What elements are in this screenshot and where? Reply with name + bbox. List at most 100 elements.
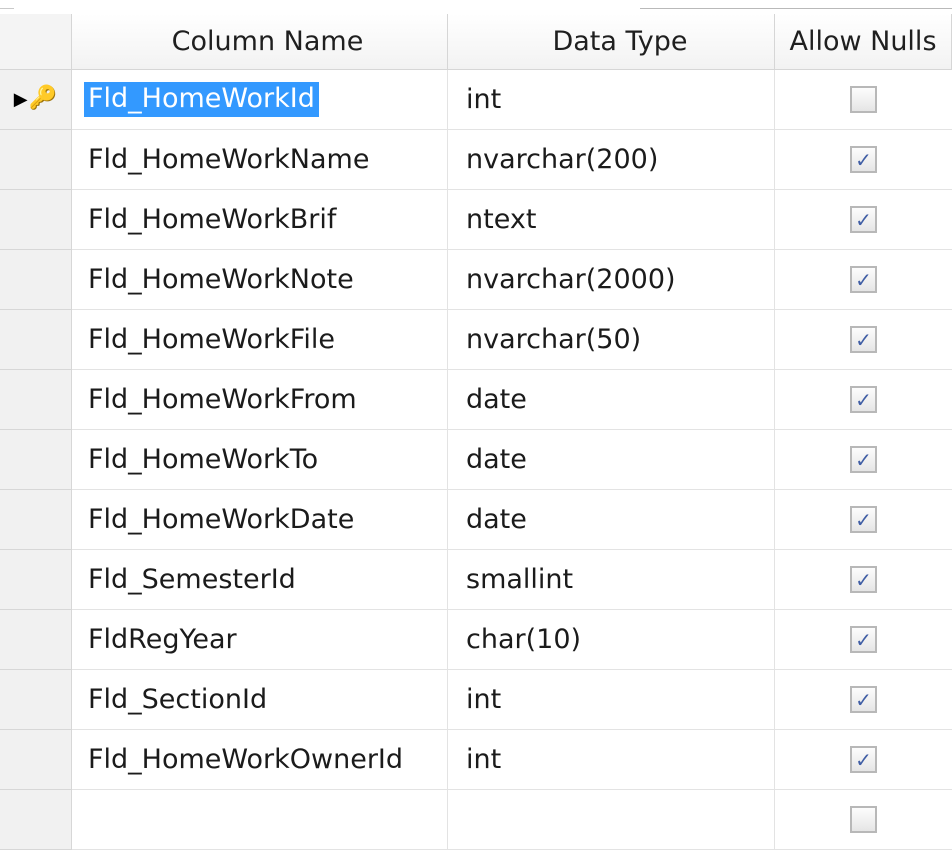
data-type-text: date <box>466 444 527 475</box>
allow-nulls-cell: ✓ <box>775 670 952 730</box>
column-name-cell[interactable]: Fld_HomeWorkTo <box>72 430 448 490</box>
allow-nulls-checkbox-checked[interactable]: ✓ <box>850 206 877 233</box>
column-name-cell[interactable]: Fld_HomeWorkFrom <box>72 370 448 430</box>
column-name-cell[interactable]: Fld_HomeWorkName <box>72 130 448 190</box>
column-name-cell[interactable] <box>72 790 448 850</box>
column-name-cell[interactable]: Fld_SectionId <box>72 670 448 730</box>
table-row[interactable]: ▶ 🔑 Fld_HomeWorkId int <box>0 70 952 130</box>
allow-nulls-cell: ✓ <box>775 250 952 310</box>
allow-nulls-checkbox-checked[interactable]: ✓ <box>850 446 877 473</box>
table-row[interactable]: Fld_SemesterId smallint ✓ <box>0 550 952 610</box>
column-name-cell[interactable]: FldRegYear <box>72 610 448 670</box>
allow-nulls-checkbox-checked[interactable]: ✓ <box>850 266 877 293</box>
column-name-text: Fld_HomeWorkName <box>88 144 370 175</box>
data-type-cell[interactable]: nvarchar(200) <box>448 130 775 190</box>
allow-nulls-checkbox-checked[interactable]: ✓ <box>850 566 877 593</box>
allow-nulls-checkbox-checked[interactable]: ✓ <box>850 626 877 653</box>
allow-nulls-cell: ✓ <box>775 370 952 430</box>
data-type-cell[interactable]: date <box>448 490 775 550</box>
column-name-text: Fld_HomeWorkBrif <box>88 204 337 235</box>
row-selector[interactable] <box>0 550 72 610</box>
check-icon: ✓ <box>855 147 872 172</box>
column-header-row: Column Name Data Type Allow Nulls <box>0 14 952 70</box>
data-type-cell[interactable]: date <box>448 370 775 430</box>
data-type-cell[interactable]: int <box>448 670 775 730</box>
column-name-cell[interactable]: Fld_HomeWorkId <box>72 70 448 130</box>
allow-nulls-cell <box>775 790 952 850</box>
row-selector[interactable] <box>0 190 72 250</box>
column-name-cell[interactable]: Fld_HomeWorkFile <box>72 310 448 370</box>
data-type-cell[interactable]: nvarchar(50) <box>448 310 775 370</box>
column-name-cell[interactable]: Fld_HomeWorkNote <box>72 250 448 310</box>
table-row[interactable]: Fld_HomeWorkOwnerId int ✓ <box>0 730 952 790</box>
top-right-divider <box>640 8 952 9</box>
allow-nulls-checkbox-checked[interactable]: ✓ <box>850 386 877 413</box>
column-name-cell[interactable]: Fld_HomeWorkDate <box>72 490 448 550</box>
data-type-cell[interactable]: smallint <box>448 550 775 610</box>
row-selector[interactable] <box>0 130 72 190</box>
row-selector[interactable] <box>0 250 72 310</box>
allow-nulls-checkbox-unchecked[interactable] <box>850 86 877 113</box>
header-data-type[interactable]: Data Type <box>448 14 775 70</box>
data-type-cell[interactable]: int <box>448 70 775 130</box>
row-selector[interactable] <box>0 370 72 430</box>
data-type-text: int <box>466 744 502 775</box>
allow-nulls-checkbox-unchecked[interactable] <box>850 806 877 833</box>
allow-nulls-checkbox-checked[interactable]: ✓ <box>850 146 877 173</box>
data-type-text: int <box>466 684 502 715</box>
row-selector[interactable] <box>0 310 72 370</box>
column-name-cell[interactable]: Fld_HomeWorkBrif <box>72 190 448 250</box>
column-name-cell[interactable]: Fld_SemesterId <box>72 550 448 610</box>
top-left-divider <box>0 8 14 9</box>
table-row[interactable]: Fld_HomeWorkDate date ✓ <box>0 490 952 550</box>
check-icon: ✓ <box>855 387 872 412</box>
row-selector[interactable] <box>0 730 72 790</box>
column-name-text: Fld_SectionId <box>88 684 268 715</box>
table-row[interactable]: Fld_HomeWorkName nvarchar(200) ✓ <box>0 130 952 190</box>
data-type-text: smallint <box>466 564 574 595</box>
table-row[interactable]: Fld_HomeWorkFrom date ✓ <box>0 370 952 430</box>
row-selector[interactable]: ▶ 🔑 <box>0 70 72 130</box>
row-indicator: ▶ 🔑 <box>13 87 57 110</box>
data-type-cell[interactable]: date <box>448 430 775 490</box>
allow-nulls-cell <box>775 70 952 130</box>
column-name-text: Fld_HomeWorkDate <box>88 504 355 535</box>
table-row[interactable]: Fld_HomeWorkNote nvarchar(2000) ✓ <box>0 250 952 310</box>
allow-nulls-cell: ✓ <box>775 490 952 550</box>
data-type-cell[interactable]: nvarchar(2000) <box>448 250 775 310</box>
table-row[interactable]: Fld_HomeWorkBrif ntext ✓ <box>0 190 952 250</box>
row-selector[interactable] <box>0 670 72 730</box>
table-row[interactable]: Fld_SectionId int ✓ <box>0 670 952 730</box>
data-type-text: nvarchar(200) <box>466 144 659 175</box>
row-selector[interactable] <box>0 790 72 850</box>
data-type-text: char(10) <box>466 624 582 655</box>
header-allow-nulls-label: Allow Nulls <box>789 26 937 57</box>
header-allow-nulls[interactable]: Allow Nulls <box>775 14 952 70</box>
table-row[interactable]: Fld_HomeWorkTo date ✓ <box>0 430 952 490</box>
column-name-text: Fld_HomeWorkOwnerId <box>88 744 404 775</box>
check-icon: ✓ <box>855 627 872 652</box>
row-selector[interactable] <box>0 610 72 670</box>
data-type-cell[interactable]: int <box>448 730 775 790</box>
row-selector[interactable] <box>0 430 72 490</box>
table-row[interactable] <box>0 790 952 850</box>
data-type-cell[interactable]: ntext <box>448 190 775 250</box>
column-name-text: Fld_HomeWorkTo <box>88 444 319 475</box>
header-column-name[interactable]: Column Name <box>72 14 448 70</box>
allow-nulls-checkbox-checked[interactable]: ✓ <box>850 686 877 713</box>
column-name-cell[interactable]: Fld_HomeWorkOwnerId <box>72 730 448 790</box>
data-type-cell[interactable] <box>448 790 775 850</box>
check-icon: ✓ <box>855 327 872 352</box>
table-row[interactable]: Fld_HomeWorkFile nvarchar(50) ✓ <box>0 310 952 370</box>
allow-nulls-checkbox-checked[interactable]: ✓ <box>850 326 877 353</box>
data-type-text: date <box>466 504 527 535</box>
check-icon: ✓ <box>855 747 872 772</box>
allow-nulls-checkbox-checked[interactable]: ✓ <box>850 746 877 773</box>
allow-nulls-cell: ✓ <box>775 610 952 670</box>
current-row-arrow-icon: ▶ <box>13 88 28 110</box>
column-name-text: Fld_HomeWorkFrom <box>88 384 357 415</box>
allow-nulls-checkbox-checked[interactable]: ✓ <box>850 506 877 533</box>
row-selector[interactable] <box>0 490 72 550</box>
data-type-cell[interactable]: char(10) <box>448 610 775 670</box>
table-row[interactable]: FldRegYear char(10) ✓ <box>0 610 952 670</box>
